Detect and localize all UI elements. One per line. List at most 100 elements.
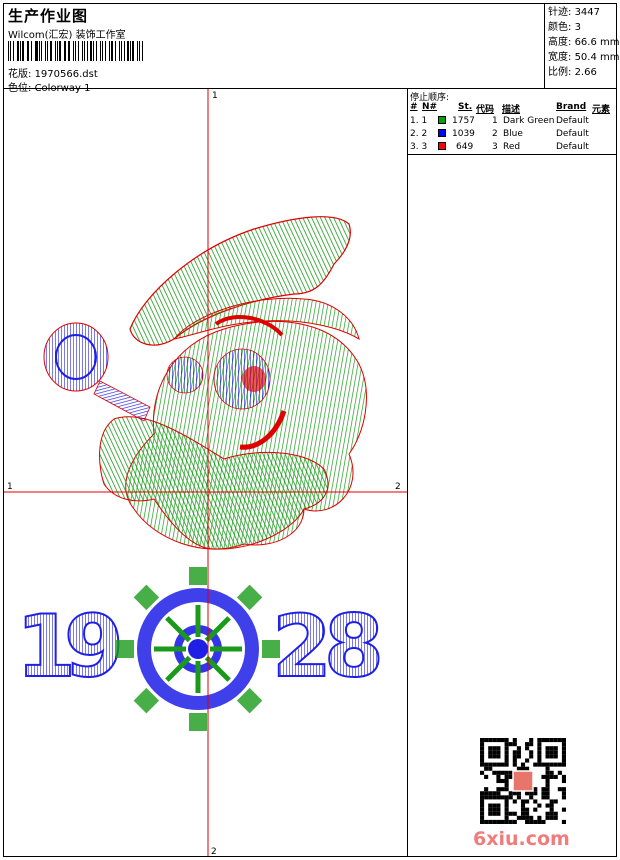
qr-module	[488, 754, 493, 759]
qr-module	[504, 819, 509, 824]
barcode-bar	[129, 41, 131, 61]
qr-module	[537, 803, 542, 808]
qr-module	[553, 815, 558, 820]
qr-module	[525, 791, 530, 796]
row-index: 2. 2	[410, 129, 428, 139]
axis-label-top: 1	[212, 91, 218, 101]
qr-module	[516, 791, 521, 796]
qr-module	[549, 738, 554, 743]
barcode-bar	[127, 41, 129, 61]
color-count-value: 3	[574, 22, 581, 33]
qr-module	[480, 811, 485, 816]
row-index: 1. 1	[410, 116, 428, 126]
qr-module	[561, 778, 566, 784]
barcode-bar	[26, 41, 28, 61]
qr-module	[480, 742, 485, 747]
qr-module	[561, 787, 566, 792]
qr-module	[541, 774, 546, 779]
barcode-bar	[56, 41, 58, 61]
qr-module	[525, 766, 530, 771]
qr-module	[557, 762, 562, 767]
qr-module	[504, 750, 509, 755]
qr-module	[488, 819, 493, 824]
qr-module	[557, 770, 562, 775]
barcode-bar	[81, 41, 84, 61]
qr-module	[500, 787, 505, 792]
qr-module	[492, 762, 497, 767]
qr-module	[561, 795, 566, 800]
qr-module	[545, 774, 550, 779]
qr-module	[553, 799, 558, 804]
qr-module	[500, 762, 505, 767]
barcode-bar	[31, 41, 33, 61]
qr-module	[529, 791, 534, 796]
qr-module	[496, 787, 501, 792]
qr-module	[480, 807, 485, 812]
qr-module	[496, 795, 501, 800]
design-canvas[interactable]: 1 9 2 8 1 2 1 2	[4, 89, 408, 856]
qr-module	[541, 795, 546, 800]
qr-module	[516, 750, 521, 755]
qr-module	[504, 742, 509, 747]
qr-code[interactable]	[480, 738, 566, 824]
qr-module	[496, 750, 501, 755]
qr-module	[484, 766, 489, 771]
qr-module	[545, 766, 550, 771]
gear-tooth	[189, 713, 207, 731]
stick-shape	[93, 380, 151, 422]
barcode-bar	[96, 41, 98, 61]
barcode-bar	[38, 41, 40, 61]
qr-module	[537, 819, 542, 824]
qr-module	[525, 758, 530, 763]
row-code: 1	[492, 116, 498, 126]
qr-module	[480, 795, 485, 800]
qr-module	[516, 754, 521, 759]
qr-module	[480, 799, 485, 804]
row-stitches: 1757	[452, 116, 475, 126]
qr-module	[557, 787, 562, 792]
qr-module	[516, 795, 521, 800]
qr-module	[484, 787, 489, 792]
qr-module	[545, 750, 550, 755]
qr-module	[480, 819, 485, 824]
qr-module	[561, 774, 566, 779]
qr-module	[549, 799, 554, 804]
height-row: 高度: 66.6 mm	[548, 35, 620, 50]
qr-module	[520, 799, 526, 804]
qr-module	[557, 738, 562, 743]
row-stitches: 1039	[452, 129, 475, 139]
qr-module	[525, 742, 530, 747]
qr-module	[504, 795, 509, 800]
qr-module	[488, 738, 493, 743]
qr-module	[480, 803, 485, 808]
qr-module	[512, 762, 517, 767]
qr-module	[512, 738, 517, 743]
qr-module	[537, 742, 542, 747]
qr-module	[488, 807, 493, 812]
qr-module	[553, 738, 558, 743]
qr-module	[504, 738, 509, 743]
qr-module	[492, 770, 497, 775]
axis-label-bottom: 2	[211, 847, 217, 856]
qr-module	[545, 754, 550, 759]
axis-label-right: 2	[395, 482, 401, 492]
qr-module	[496, 746, 501, 751]
qr-module	[504, 774, 509, 779]
qr-module	[533, 799, 538, 804]
barcode-bar	[102, 41, 104, 61]
qr-module	[553, 754, 558, 759]
row-brand: Default	[556, 129, 589, 139]
qr-module	[504, 770, 509, 775]
qr-module	[529, 815, 534, 820]
color-swatch	[438, 129, 446, 137]
qr-module	[520, 807, 526, 812]
qr-module	[516, 766, 521, 771]
qr-module	[484, 791, 489, 796]
qr-module	[488, 791, 493, 796]
color-count-label: 颜色:	[548, 22, 572, 33]
qr-module	[496, 774, 501, 779]
qr-module	[488, 803, 493, 808]
scale-value: 2.66	[574, 67, 597, 78]
qr-module	[561, 750, 566, 755]
barcode-bar	[16, 41, 19, 61]
